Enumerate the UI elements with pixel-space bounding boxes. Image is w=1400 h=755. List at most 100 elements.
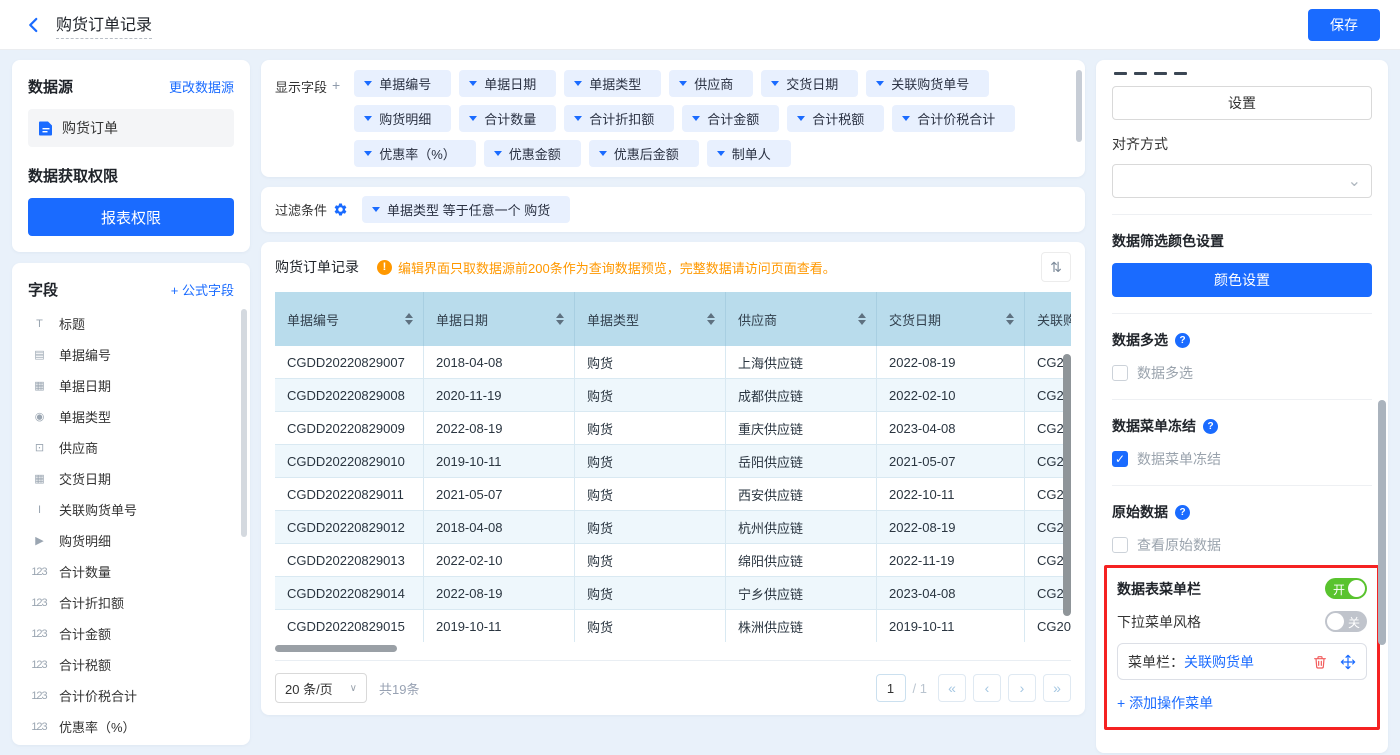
field-chip[interactable]: 供应商 <box>669 70 753 97</box>
next-page-button[interactable]: › <box>1008 674 1036 702</box>
table-cell: 购货 <box>575 379 726 412</box>
trash-icon[interactable] <box>1312 654 1328 670</box>
column-header[interactable]: 单据类型 <box>575 292 726 346</box>
raw-data-checkbox-row[interactable]: 查看原始数据 <box>1112 535 1372 555</box>
settings-button[interactable]: 设置 <box>1112 86 1372 120</box>
divider <box>1112 214 1372 215</box>
column-header[interactable]: 单据日期 <box>424 292 575 346</box>
table-cell: 2022-08-19 <box>424 412 575 445</box>
table-cell: 2018-04-08 <box>424 346 575 379</box>
save-button[interactable]: 保存 <box>1308 9 1380 41</box>
dropdown-style-toggle-off[interactable]: 关 <box>1325 611 1367 632</box>
help-icon[interactable]: ? <box>1175 505 1190 520</box>
field-item[interactable]: 123合计数量 <box>28 556 234 587</box>
chip-label: 优惠金额 <box>509 144 561 163</box>
table-cell: CGDD20220829014 <box>275 577 424 610</box>
column-header-label: 交货日期 <box>889 310 941 329</box>
color-settings-button[interactable]: 颜色设置 <box>1112 263 1372 297</box>
field-item[interactable]: 123优惠率（%） <box>28 711 234 742</box>
column-header[interactable]: 交货日期 <box>877 292 1025 346</box>
chip-label: 购货明细 <box>379 109 431 128</box>
field-chip[interactable]: 优惠金额 <box>484 140 581 167</box>
field-item[interactable]: ⊡供应商 <box>28 432 234 463</box>
datasource-item[interactable]: 购货订单 <box>28 109 234 147</box>
field-chip[interactable]: 单据类型 等于任意一个 购货 <box>362 196 570 223</box>
chip-label: 优惠后金额 <box>614 144 679 163</box>
help-icon[interactable]: ? <box>1203 419 1218 434</box>
divider <box>1112 313 1372 314</box>
table-row: CGDD202208290072018-04-08购货上海供应链2022-08-… <box>275 346 1071 379</box>
field-item[interactable]: ▤单据编号 <box>28 339 234 370</box>
add-action-menu-link[interactable]: + 添加操作菜单 <box>1117 693 1213 713</box>
display-fields-card: 显示字段 + 单据编号单据日期单据类型供应商交货日期关联购货单号购货明细合计数量… <box>261 60 1085 177</box>
caret-down-icon <box>717 151 725 156</box>
field-item[interactable]: 123优惠金额 <box>28 742 234 745</box>
datasource-title: 数据源 <box>28 76 73 97</box>
back-button[interactable] <box>20 11 48 39</box>
field-chip[interactable]: 购货明细 <box>354 105 451 132</box>
checkbox-unchecked[interactable] <box>1112 537 1128 553</box>
field-item[interactable]: ▶购货明细 <box>28 525 234 556</box>
menubar-toggle-on[interactable]: 开 <box>1325 578 1367 599</box>
move-icon[interactable] <box>1340 654 1356 670</box>
field-item[interactable]: I关联购货单号 <box>28 494 234 525</box>
field-chip[interactable]: 单据日期 <box>459 70 556 97</box>
last-page-button[interactable]: » <box>1043 674 1071 702</box>
field-item[interactable]: ▦单据日期 <box>28 370 234 401</box>
align-select[interactable]: ⌄ <box>1112 164 1372 198</box>
field-chip[interactable]: 合计税额 <box>787 105 884 132</box>
table-vertical-scrollbar[interactable] <box>1063 354 1071 616</box>
field-item-label: 合计税额 <box>59 655 111 674</box>
fields-title: 字段 <box>28 279 58 300</box>
caret-down-icon <box>469 81 477 86</box>
display-chips: 单据编号单据日期单据类型供应商交货日期关联购货单号购货明细合计数量合计折扣额合计… <box>354 70 1071 167</box>
field-chip[interactable]: 合计价税合计 <box>892 105 1015 132</box>
multi-select-checkbox-row[interactable]: 数据多选 <box>1112 363 1372 383</box>
change-datasource-link[interactable]: 更改数据源 <box>169 77 234 96</box>
gear-icon[interactable] <box>333 202 348 217</box>
caret-down-icon <box>364 151 372 156</box>
column-header[interactable]: 单据编号 <box>275 292 424 346</box>
page-size-select[interactable]: 20 条/页 ∨ <box>275 673 367 703</box>
display-scrollbar[interactable] <box>1076 70 1082 142</box>
column-header[interactable]: 关联购货 <box>1025 292 1071 346</box>
help-icon[interactable]: ? <box>1175 333 1190 348</box>
field-item[interactable]: 123合计折扣额 <box>28 587 234 618</box>
field-chip[interactable]: 制单人 <box>707 140 791 167</box>
field-chip[interactable]: 交货日期 <box>761 70 858 97</box>
divider <box>1112 399 1372 400</box>
page-scrollbar[interactable] <box>1378 400 1386 645</box>
field-item[interactable]: ◉单据类型 <box>28 401 234 432</box>
field-chip[interactable]: 优惠率（%） <box>354 140 476 167</box>
checkbox-unchecked[interactable] <box>1112 365 1128 381</box>
menu-freeze-checkbox-label: 数据菜单冻结 <box>1137 449 1221 469</box>
menu-freeze-checkbox-row[interactable]: ✓ 数据菜单冻结 <box>1112 449 1372 469</box>
number-icon: 123 <box>28 628 50 640</box>
field-chip[interactable]: 单据类型 <box>564 70 661 97</box>
table-horizontal-scrollbar[interactable] <box>275 645 397 652</box>
field-item-label: 关联购货单号 <box>59 500 137 519</box>
menubar-item[interactable]: 菜单栏： 关联购货单 <box>1117 643 1367 680</box>
add-display-field-button[interactable]: + <box>332 77 340 167</box>
field-item[interactable]: 123合计价税合计 <box>28 680 234 711</box>
field-chip[interactable]: 合计折扣额 <box>564 105 674 132</box>
row-sort-button[interactable]: ⇅ <box>1041 252 1071 282</box>
prev-page-button[interactable]: ‹ <box>973 674 1001 702</box>
field-chip[interactable]: 合计金额 <box>682 105 779 132</box>
fields-scrollbar[interactable] <box>241 309 247 537</box>
column-header[interactable]: 供应商 <box>726 292 877 346</box>
field-item[interactable]: 123合计金额 <box>28 618 234 649</box>
field-chip[interactable]: 优惠后金额 <box>589 140 699 167</box>
field-item[interactable]: ▦交货日期 <box>28 463 234 494</box>
page-number-input[interactable]: 1 <box>876 674 906 702</box>
field-chip[interactable]: 合计数量 <box>459 105 556 132</box>
checkbox-checked[interactable]: ✓ <box>1112 451 1128 467</box>
add-formula-field-link[interactable]: + 公式字段 <box>171 280 234 299</box>
field-item[interactable]: 123合计税额 <box>28 649 234 680</box>
field-item[interactable]: T标题 <box>28 308 234 339</box>
report-permission-button[interactable]: 报表权限 <box>28 198 234 236</box>
field-chip[interactable]: 单据编号 <box>354 70 451 97</box>
field-chip[interactable]: 关联购货单号 <box>866 70 989 97</box>
first-page-button[interactable]: « <box>938 674 966 702</box>
chip-label: 单据类型 等于任意一个 购货 <box>387 200 550 219</box>
